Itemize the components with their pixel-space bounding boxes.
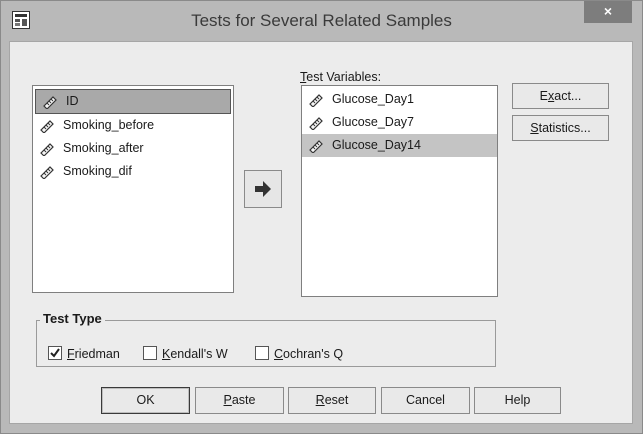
- cochrans-q-label[interactable]: Cochran's Q: [274, 347, 343, 361]
- test-type-title: Test Type: [40, 311, 105, 326]
- scale-variable-icon: [309, 140, 323, 153]
- help-button[interactable]: Help: [474, 387, 561, 414]
- move-to-test-variables-button[interactable]: [244, 170, 282, 208]
- cochrans-q-checkbox[interactable]: [255, 346, 269, 360]
- dialog-window: Tests for Several Related Samples × ID S…: [0, 0, 643, 434]
- kendalls-w-label[interactable]: Kendall's W: [162, 347, 228, 361]
- ok-button[interactable]: OK: [101, 387, 190, 414]
- list-item-label: Glucose_Day7: [332, 115, 414, 129]
- scale-variable-icon: [309, 94, 323, 107]
- cancel-button[interactable]: Cancel: [381, 387, 470, 414]
- list-item[interactable]: Glucose_Day7: [302, 111, 497, 134]
- scale-variable-icon: [309, 117, 323, 130]
- scale-variable-icon: [40, 143, 54, 156]
- scale-variable-icon: [40, 120, 54, 133]
- scale-variable-icon: [40, 166, 54, 179]
- reset-button[interactable]: Reset: [288, 387, 376, 414]
- checkmark-icon: [50, 348, 60, 358]
- test-variables-label: Test Variables:: [300, 70, 382, 84]
- list-item[interactable]: Glucose_Day14: [302, 134, 497, 157]
- title-bar[interactable]: Tests for Several Related Samples ×: [1, 1, 642, 39]
- list-item-label: Smoking_before: [63, 118, 155, 132]
- dialog-body: ID Smoking_before Smoking_after Smoking_…: [9, 41, 633, 424]
- window-title: Tests for Several Related Samples: [191, 11, 452, 30]
- list-item-label: Glucose_Day14: [332, 138, 421, 152]
- close-button[interactable]: ×: [584, 1, 632, 23]
- arrow-right-icon: [255, 181, 271, 197]
- kendalls-w-checkbox[interactable]: [143, 346, 157, 360]
- paste-button[interactable]: Paste: [195, 387, 284, 414]
- list-item-label: ID: [66, 94, 79, 108]
- statistics-button[interactable]: Statistics...: [512, 115, 609, 141]
- list-item-label: Glucose_Day1: [332, 92, 414, 106]
- list-item[interactable]: Glucose_Day1: [302, 88, 497, 111]
- test-variables-list[interactable]: Glucose_Day1 Glucose_Day7 Glucose_Day14: [301, 85, 498, 297]
- list-item-label: Smoking_dif: [63, 164, 132, 178]
- source-variable-list[interactable]: ID Smoking_before Smoking_after Smoking_…: [32, 85, 234, 293]
- list-item[interactable]: Smoking_after: [33, 137, 233, 160]
- close-icon: ×: [603, 3, 613, 19]
- exact-button[interactable]: Exact...: [512, 83, 609, 109]
- list-item-label: Smoking_after: [63, 141, 144, 155]
- list-item[interactable]: Smoking_before: [33, 114, 233, 137]
- friedman-label[interactable]: Friedman: [67, 347, 120, 361]
- friedman-checkbox[interactable]: [48, 346, 62, 360]
- scale-variable-icon: [43, 96, 57, 109]
- list-item[interactable]: Smoking_dif: [33, 160, 233, 183]
- list-item[interactable]: ID: [35, 89, 231, 114]
